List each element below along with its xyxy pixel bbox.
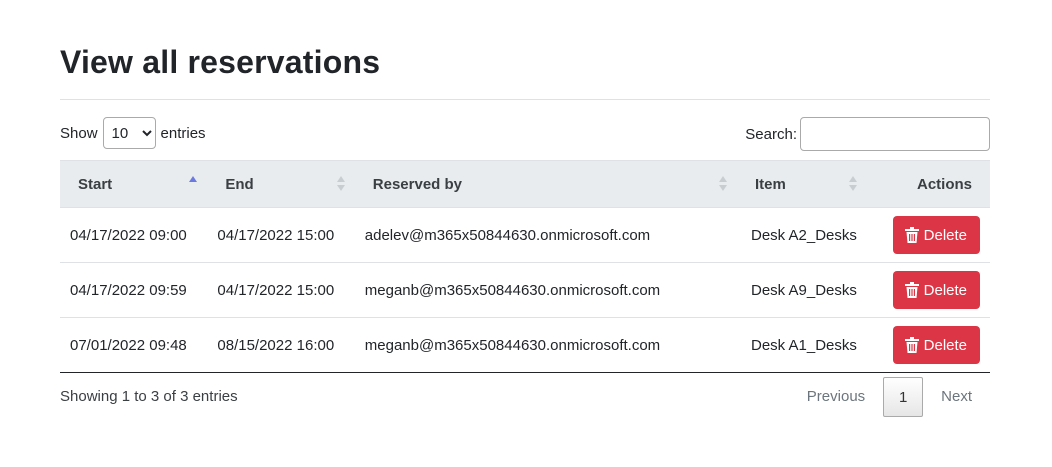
table-header-row: Start End Reserved by Item Actions [60,160,990,208]
column-header-label: End [225,175,254,193]
cell-start: 04/17/2022 09:00 [60,207,208,263]
delete-button[interactable]: Delete [892,216,980,254]
reservations-table: Start End Reserved by Item Actions 04/17… [60,160,990,373]
page-1-button[interactable]: 1 [883,377,924,417]
cell-reserved-by: adelev@m365x50844630.onmicrosoft.com [354,207,737,263]
search-input[interactable] [800,117,990,151]
sort-ascending-icon [189,176,198,192]
column-header-end[interactable]: End [207,160,355,208]
table-controls: Show 10 entries Search: [60,116,990,152]
page-title: View all reservations [60,44,381,80]
page-length-select[interactable]: 10 [102,117,156,149]
delete-button-label: Delete [923,281,967,299]
pagination: Previous 1 Next [789,376,990,418]
delete-button-label: Delete [923,336,967,354]
sort-arrows-icon [718,176,727,192]
search-label: Search: [745,125,797,143]
cell-start: 07/01/2022 09:48 [60,317,208,373]
cell-item: Desk A1_Desks [736,317,867,373]
trash-icon [904,227,919,243]
column-header-label: Item [754,175,786,193]
column-header-item[interactable]: Item [736,160,867,208]
cell-item: Desk A9_Desks [736,262,867,318]
cell-end: 04/17/2022 15:00 [207,207,355,263]
table-row: 04/17/2022 09:59 04/17/2022 15:00 meganb… [60,262,990,318]
show-label: Show [60,124,98,142]
cell-actions: Delete [866,262,990,318]
cell-end: 08/15/2022 16:00 [207,317,355,373]
column-header-label: Actions [916,175,972,193]
delete-button[interactable]: Delete [892,271,980,309]
sort-arrows-icon [336,176,345,192]
search-control: Search: [745,116,990,152]
delete-button-label: Delete [923,226,967,244]
column-header-actions: Actions [866,160,990,208]
next-page-button[interactable]: Next [923,377,990,417]
page-length-control: Show 10 entries [60,116,206,150]
cell-reserved-by: meganb@m365x50844630.onmicrosoft.com [354,262,737,318]
cell-start: 04/17/2022 09:59 [60,262,208,318]
cell-actions: Delete [866,317,990,373]
cell-end: 04/17/2022 15:00 [207,262,355,318]
delete-button[interactable]: Delete [892,326,980,364]
cell-actions: Delete [866,207,990,263]
cell-item: Desk A2_Desks [736,207,867,263]
table-row: 04/17/2022 09:00 04/17/2022 15:00 adelev… [60,207,990,263]
title-divider [60,99,990,100]
column-header-label: Start [78,175,113,193]
column-header-reserved-by[interactable]: Reserved by [354,160,737,208]
previous-page-button[interactable]: Previous [789,377,883,417]
sort-arrows-icon [848,176,857,192]
column-header-label: Reserved by [372,175,462,193]
cell-reserved-by: meganb@m365x50844630.onmicrosoft.com [354,317,737,373]
column-header-start[interactable]: Start [60,160,208,208]
trash-icon [904,337,919,353]
entries-label: entries [160,124,206,142]
table-row: 07/01/2022 09:48 08/15/2022 16:00 meganb… [60,317,990,373]
table-footer: Showing 1 to 3 of 3 entries Previous 1 N… [60,376,990,418]
entries-info: Showing 1 to 3 of 3 entries [60,388,238,405]
trash-icon [904,282,919,298]
